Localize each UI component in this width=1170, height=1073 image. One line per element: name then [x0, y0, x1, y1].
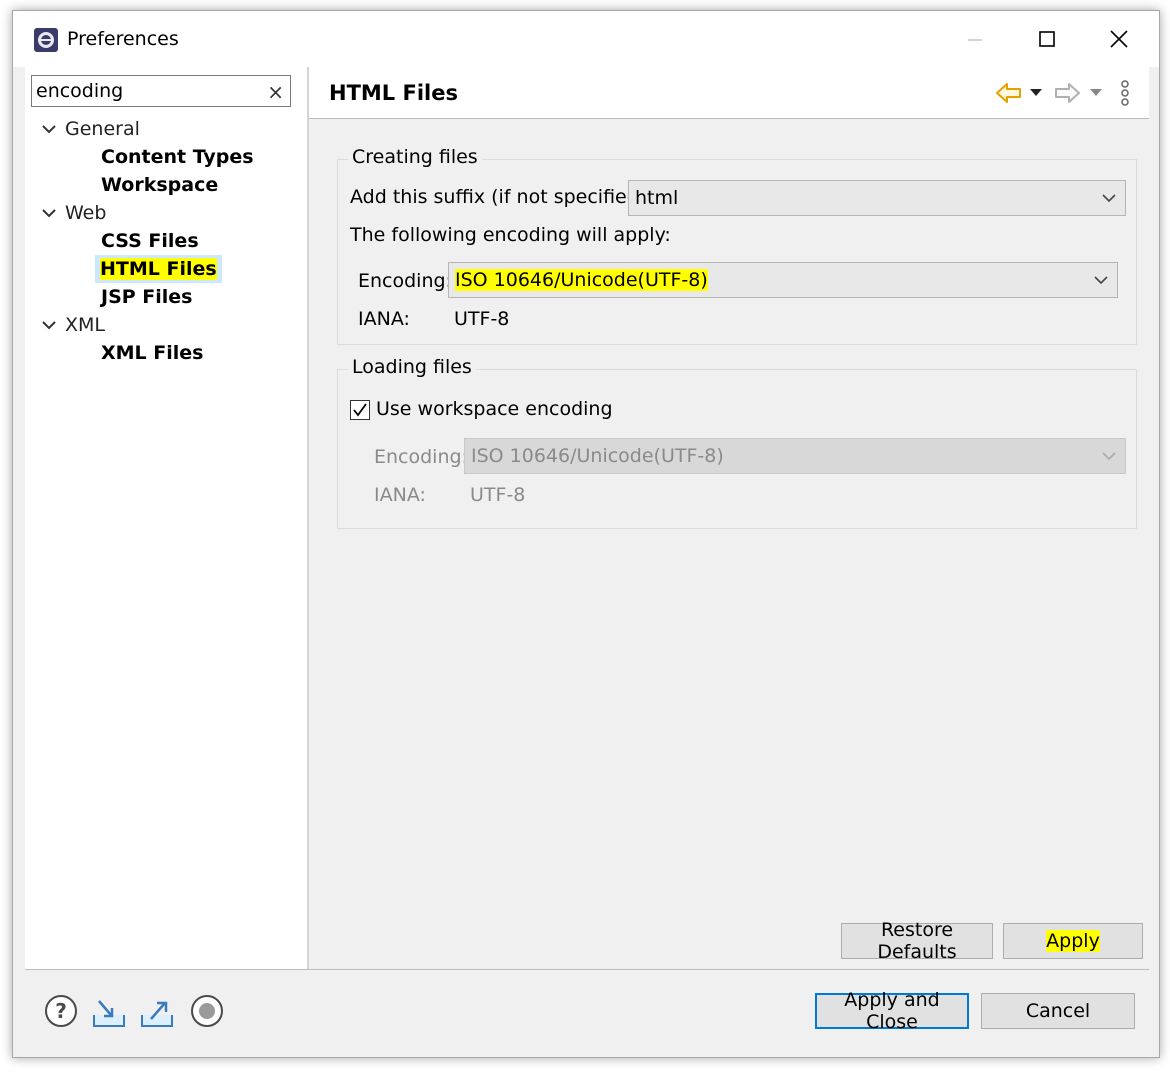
iana-label: IANA:: [358, 308, 410, 330]
apply-button[interactable]: Apply: [1003, 923, 1143, 959]
apply-and-close-button[interactable]: Apply and Close: [815, 989, 969, 1033]
eclipse-app-icon: [34, 28, 58, 52]
filter-input[interactable]: [36, 79, 262, 103]
loading-encoding-label: Encoding:: [374, 446, 468, 468]
forward-dropdown-icon[interactable]: [1089, 87, 1103, 99]
loading-iana-value: UTF-8: [470, 484, 526, 506]
loading-encoding-combo: ISO 10646/Unicode(UTF-8): [464, 438, 1126, 474]
page-header: HTML Files: [309, 67, 1149, 119]
clear-filter-icon[interactable]: ×: [267, 80, 284, 104]
chevron-down-icon: [1102, 452, 1116, 461]
group-label: Loading files: [348, 356, 476, 378]
back-dropdown-icon[interactable]: [1029, 87, 1043, 99]
chevron-down-icon: [1094, 276, 1108, 285]
encoding-value: ISO 10646/Unicode(UTF-8): [455, 269, 708, 291]
loading-encoding-value: ISO 10646/Unicode(UTF-8): [471, 445, 724, 467]
tree-item-label: JSP Files: [101, 286, 193, 308]
tree-node-label: Web: [65, 202, 107, 224]
filter-box: ×: [31, 75, 291, 107]
tree-item-label: Content Types: [101, 146, 254, 168]
suffix-label: Add this suffix (if not specified):: [350, 186, 653, 208]
checkmark-icon: [353, 403, 367, 417]
use-workspace-checkbox[interactable]: [350, 400, 370, 420]
tree-node-general[interactable]: General: [39, 115, 140, 143]
close-button[interactable]: [1099, 23, 1139, 55]
loading-files-group: Loading files Use workspace encoding Enc…: [337, 356, 1137, 529]
view-menu-icon[interactable]: [1119, 79, 1131, 107]
maximize-button[interactable]: [1027, 23, 1067, 55]
tree-item-html-files[interactable]: HTML Files: [95, 255, 222, 283]
tree-item-jsp-files[interactable]: JSP Files: [101, 283, 193, 311]
window-title: Preferences: [67, 28, 179, 50]
tree-node-label: General: [65, 118, 140, 140]
encoding-note: The following encoding will apply:: [350, 224, 671, 246]
apply-label: Apply: [1046, 930, 1100, 952]
minimize-icon: [968, 39, 982, 41]
minimize-button[interactable]: [955, 23, 995, 55]
import-icon[interactable]: [91, 993, 127, 1029]
tree-node-web[interactable]: Web: [39, 199, 106, 227]
encoding-label: Encoding:: [358, 270, 452, 292]
close-icon: [1110, 30, 1128, 48]
maximize-icon: [1039, 31, 1055, 47]
restore-defaults-button[interactable]: Restore Defaults: [841, 919, 993, 963]
suffix-value: html: [635, 187, 679, 209]
record-icon[interactable]: [189, 993, 225, 1029]
creating-files-group: Creating files Add this suffix (if not s…: [337, 146, 1137, 345]
cancel-button[interactable]: Cancel: [981, 993, 1135, 1029]
help-icon[interactable]: ?: [43, 993, 79, 1029]
preference-tree-pane: × General Content Types Workspace Web CS…: [25, 67, 307, 969]
chevron-down-icon: [42, 124, 56, 133]
forward-arrow-icon[interactable]: [1053, 81, 1081, 105]
chevron-down-icon: [42, 208, 56, 217]
tree-item-label: HTML Files: [100, 258, 217, 280]
tree-item-workspace[interactable]: Workspace: [101, 171, 218, 199]
svg-text:?: ?: [55, 999, 67, 1023]
iana-value: UTF-8: [454, 308, 510, 330]
tree-item-label: Workspace: [101, 174, 219, 196]
title-bar: Preferences: [13, 11, 1159, 67]
tree-item-css-files[interactable]: CSS Files: [101, 227, 199, 255]
tree-node-label: XML: [65, 314, 105, 336]
use-workspace-label[interactable]: Use workspace encoding: [376, 398, 613, 420]
export-icon[interactable]: [139, 993, 175, 1029]
chevron-down-icon: [1102, 194, 1116, 203]
bottom-separator: [25, 969, 1149, 970]
suffix-combo[interactable]: html: [628, 180, 1126, 216]
encoding-combo[interactable]: ISO 10646/Unicode(UTF-8): [448, 262, 1118, 298]
back-arrow-icon[interactable]: [995, 81, 1023, 105]
group-label: Creating files: [348, 146, 482, 168]
tree-item-label: CSS Files: [101, 230, 199, 252]
tree-item-content-types[interactable]: Content Types: [101, 143, 254, 171]
preferences-window: Preferences × General Content Types Work…: [12, 10, 1160, 1058]
loading-iana-label: IANA:: [374, 484, 426, 506]
tree-item-label: XML Files: [101, 342, 204, 364]
preference-page: HTML Files Creating files Add this suffi…: [309, 67, 1149, 969]
tree-item-xml-files[interactable]: XML Files: [101, 339, 203, 367]
tree-node-xml[interactable]: XML: [39, 311, 105, 339]
page-title: HTML Files: [329, 81, 458, 105]
chevron-down-icon: [42, 320, 56, 329]
